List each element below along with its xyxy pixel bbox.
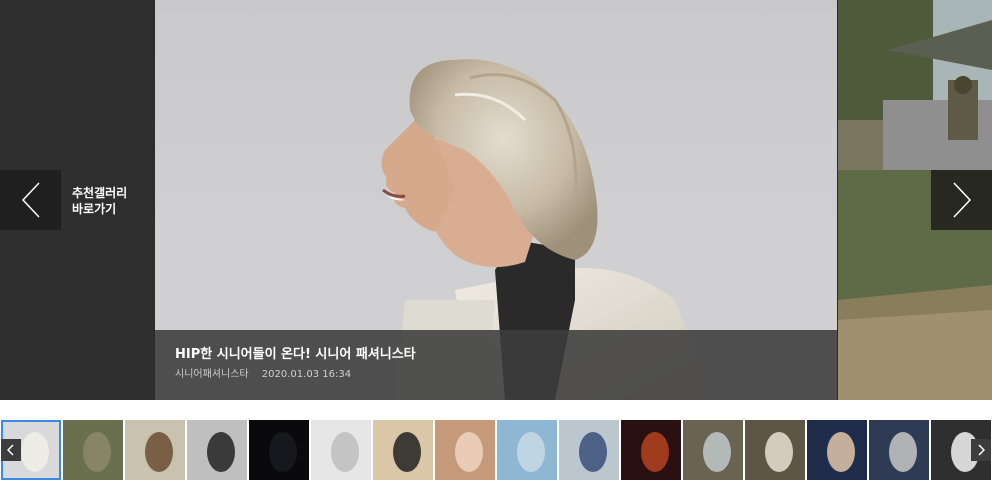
next-slide-button[interactable] (931, 170, 992, 230)
main-slide-image[interactable]: HIP한 시니어들이 온다! 시니어 패셔니스타 시니어패셔니스타 2020.0… (155, 0, 837, 400)
chevron-right-icon (978, 444, 985, 456)
slide-category: 시니어패셔니스타 (175, 369, 249, 380)
thumbnail-workers-hardhats[interactable] (745, 420, 805, 480)
thumbnail-child-face[interactable] (435, 420, 495, 480)
gallery-viewer: 추천갤러리 바로가기 HIP한 시니어들이 온다! 시니어 패셔니스타 시니어패… (0, 0, 992, 400)
thumbnail-image (869, 420, 929, 480)
thumbnail-image (435, 420, 495, 480)
thumbnail-man-suit-2[interactable] (869, 420, 929, 480)
slide-caption[interactable]: HIP한 시니어들이 온다! 시니어 패셔니스타 시니어패셔니스타 2020.0… (155, 330, 837, 400)
chevron-left-icon (7, 444, 14, 456)
recommended-gallery-link[interactable]: 추천갤러리 바로가기 (0, 170, 154, 230)
slide-date: 2020.01.03 16:34 (261, 369, 352, 380)
thumbnail-image (311, 420, 371, 480)
thumbnail-image (683, 420, 743, 480)
thumbnail-image (249, 420, 309, 480)
thumbnail-wildfire[interactable] (621, 420, 681, 480)
thumbnail-image (745, 420, 805, 480)
thumbnail-wreath[interactable] (125, 420, 185, 480)
gallery-side-panel: 추천갤러리 바로가기 (0, 0, 154, 400)
thumbnail-image (807, 420, 867, 480)
chevron-left-icon (21, 182, 40, 218)
thumbnail-beach[interactable] (497, 420, 557, 480)
slide-title[interactable]: HIP한 시니어들이 온다! 시니어 패셔니스타 (175, 346, 817, 364)
thumbnail-image (559, 420, 619, 480)
recommended-gallery-label[interactable]: 추천갤러리 바로가기 (72, 185, 152, 217)
thumbnail-image (63, 420, 123, 480)
thumbnail-official-portrait[interactable] (807, 420, 867, 480)
thumbnail-prev-button[interactable] (1, 439, 21, 461)
slide-meta: 시니어패셔니스타 2020.01.03 16:34 (175, 368, 817, 382)
thumbnail-military-camouflage[interactable] (63, 420, 123, 480)
thumbnail-man-coat[interactable] (187, 420, 247, 480)
thumbnail-strip (0, 419, 992, 481)
thumbnail-image (497, 420, 557, 480)
thumbnail-night-sky[interactable] (249, 420, 309, 480)
prev-slide-button[interactable] (0, 170, 61, 230)
thumbnail-snowman[interactable] (311, 420, 371, 480)
thumbnail-image (373, 420, 433, 480)
thumbnail-woman-building[interactable] (559, 420, 619, 480)
chevron-right-icon (952, 182, 971, 218)
thumbnail-image (125, 420, 185, 480)
thumbnail-image (621, 420, 681, 480)
thumbnail-image (187, 420, 247, 480)
thumbnail-man-suit[interactable] (373, 420, 433, 480)
thumbnail-waterfall-rocks[interactable] (683, 420, 743, 480)
thumbnail-next-button[interactable] (971, 439, 991, 461)
